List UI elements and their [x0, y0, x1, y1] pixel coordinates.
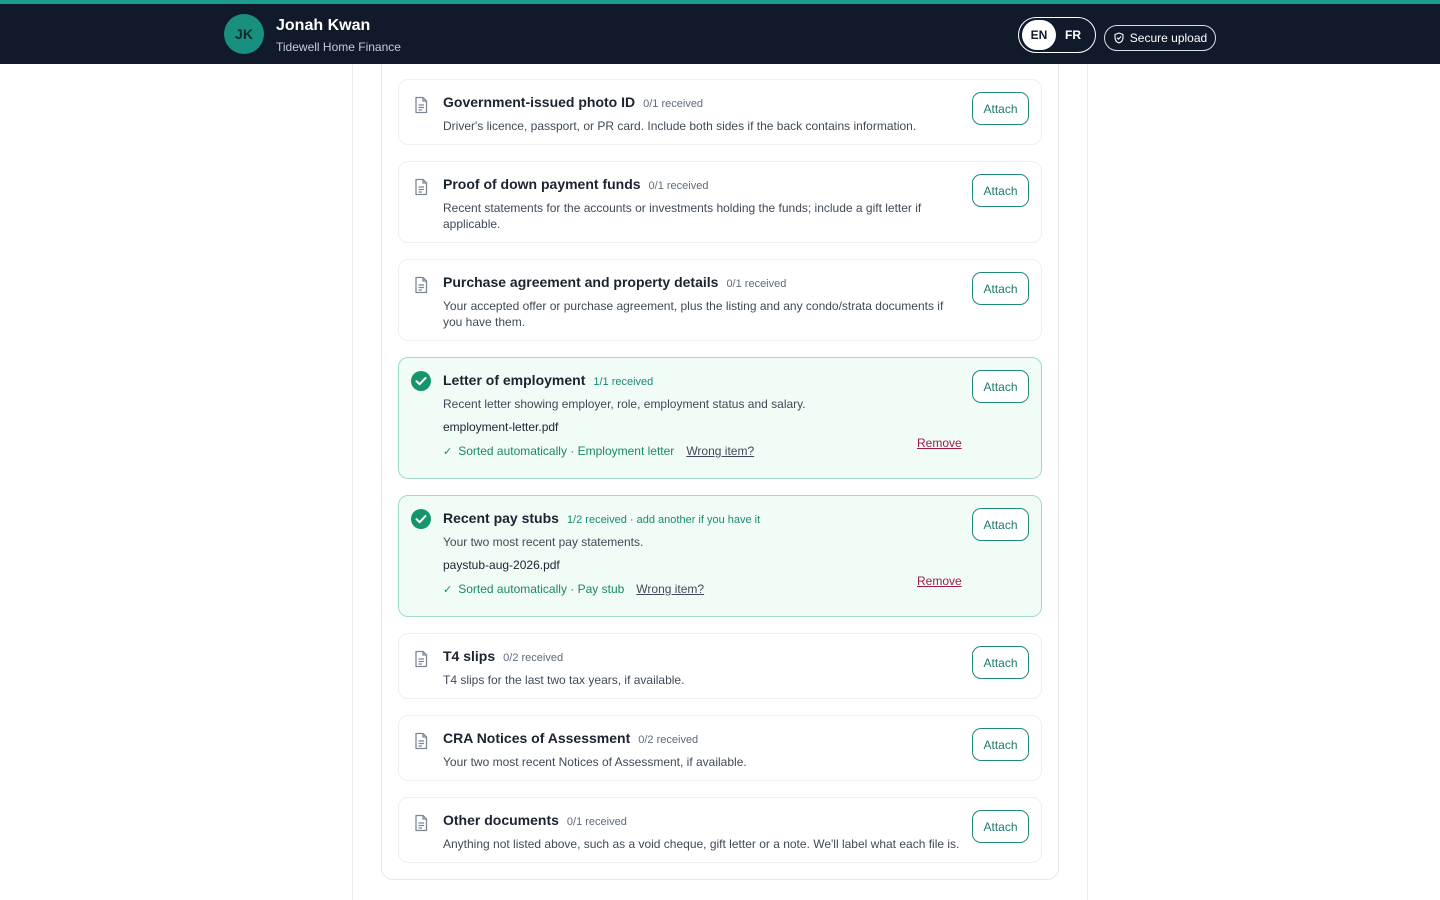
attach-button[interactable]: Attach	[972, 810, 1029, 843]
uploaded-file-name: paystub-aug-2026.pdf	[443, 558, 560, 572]
requirement-title: T4 slips	[443, 648, 496, 664]
remove-file-link[interactable]: Remove	[917, 436, 962, 450]
requirement-description: Recent statements for the accounts or in…	[443, 201, 922, 231]
requirement-description: Your two most recent pay statements.	[443, 535, 644, 549]
top-bar: JK Jonah Kwan Tidewell Home Finance EN F…	[0, 0, 1440, 64]
requirement-pay-stubs: Recent pay stubs 1/2 received · add anot…	[398, 495, 1042, 617]
requirement-description: T4 slips for the last two tax years, if …	[443, 673, 685, 687]
requirement-count: 1/1 received	[593, 376, 654, 388]
secure-upload-label: Secure upload	[1129, 31, 1208, 45]
language-option-fr[interactable]: FR	[1056, 20, 1090, 50]
remove-file-link[interactable]: Remove	[917, 574, 962, 588]
requirement-t4-slips: T4 slips 0/2 received T4 slips for the l…	[398, 633, 1042, 699]
sorted-text: Sorted automatically · Employment letter	[458, 444, 675, 458]
requirement-title: CRA Notices of Assessment	[443, 730, 631, 746]
attach-button[interactable]: Attach	[972, 728, 1029, 761]
requirement-purchase-agreement: Purchase agreement and property details …	[398, 259, 1042, 341]
attach-button[interactable]: Attach	[972, 92, 1029, 125]
requirement-employment-letter: Letter of employment 1/1 received Recent…	[398, 357, 1042, 479]
document-icon	[415, 276, 428, 294]
wrong-item-link[interactable]: Wrong item?	[636, 582, 704, 596]
document-icon	[415, 650, 428, 668]
requirement-description: Your two most recent Notices of Assessme…	[443, 755, 747, 769]
attach-button[interactable]: Attach	[972, 646, 1029, 679]
shield-check-icon	[1114, 32, 1124, 44]
requirement-description: Anything not listed above, such as a voi…	[443, 837, 960, 851]
requirement-count: 0/1 received	[643, 98, 704, 110]
attach-button[interactable]: Attach	[972, 508, 1029, 541]
requirement-title: Purchase agreement and property details	[443, 274, 719, 290]
attach-button[interactable]: Attach	[972, 370, 1029, 403]
requirement-title: Letter of employment	[443, 372, 586, 388]
requirement-cra-notices: CRA Notices of Assessment 0/2 received Y…	[398, 715, 1042, 781]
check-icon: ✓	[443, 583, 453, 596]
requirement-count: 0/1 received	[648, 180, 709, 192]
wrong-item-link[interactable]: Wrong item?	[686, 444, 754, 458]
requirement-title: Recent pay stubs	[443, 510, 559, 526]
sorted-text: Sorted automatically · Pay stub	[458, 582, 625, 596]
avatar: JK	[224, 14, 264, 54]
language-option-en[interactable]: EN	[1022, 20, 1056, 50]
check-circle-icon	[411, 371, 431, 391]
requirement-count: 0/1 received	[566, 816, 627, 828]
requirement-count: 1/2 received · add another if you have i…	[566, 514, 761, 526]
secure-upload-badge: Secure upload	[1104, 25, 1216, 51]
sorted-status: ✓ Sorted automatically · Pay stub Wrong …	[443, 582, 704, 596]
requirement-down-payment: Proof of down payment funds 0/1 received…	[398, 161, 1042, 243]
document-icon	[415, 814, 428, 832]
attach-button[interactable]: Attach	[972, 174, 1029, 207]
requirement-title: Government-issued photo ID	[443, 94, 636, 110]
requirement-description: Your accepted offer or purchase agreemen…	[443, 299, 944, 329]
requirement-description: Recent letter showing employer, role, em…	[443, 397, 806, 411]
language-toggle: EN FR	[1018, 17, 1096, 53]
requirement-photo-id: Government-issued photo ID 0/1 received …	[398, 79, 1042, 145]
requirement-other-documents: Other documents 0/1 received Anything no…	[398, 797, 1042, 863]
requirement-title: Proof of down payment funds	[443, 176, 641, 192]
requirement-count: 0/1 received	[726, 278, 787, 290]
requirement-title: Other documents	[443, 812, 559, 828]
check-icon: ✓	[443, 445, 453, 458]
requirement-count: 0/2 received	[503, 652, 564, 664]
document-icon	[415, 732, 428, 750]
attach-button[interactable]: Attach	[972, 272, 1029, 305]
document-icon	[415, 178, 428, 196]
sorted-status: ✓ Sorted automatically · Employment lett…	[443, 444, 754, 458]
requirement-description: Driver's licence, passport, or PR card. …	[443, 119, 917, 133]
check-circle-icon	[411, 509, 431, 529]
uploaded-file-name: employment-letter.pdf	[443, 420, 559, 434]
client-name: Jonah Kwan	[276, 17, 371, 34]
requirement-count: 0/2 received	[638, 734, 699, 746]
firm-name: Tidewell Home Finance	[276, 40, 401, 54]
document-icon	[415, 96, 428, 114]
